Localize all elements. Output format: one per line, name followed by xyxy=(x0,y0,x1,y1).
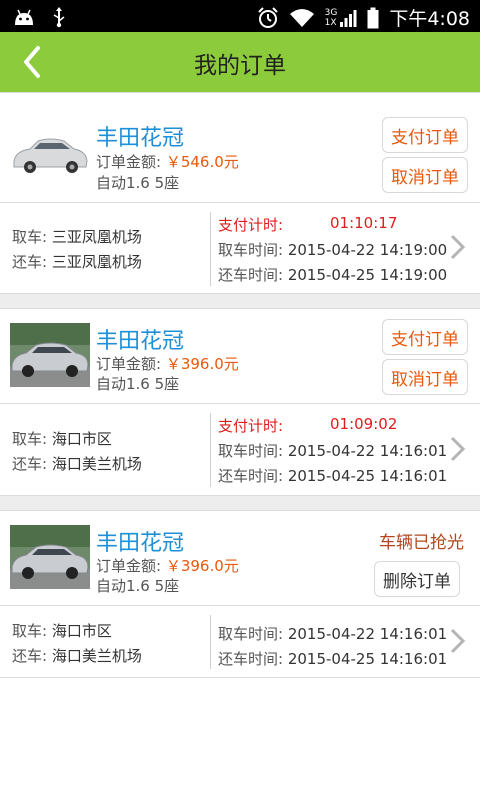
return-time-label: 还车时间: xyxy=(218,467,284,485)
pickup-time-value: 2015-04-22 14:19:00 xyxy=(287,241,448,259)
pickup-time-label: 取车时间: xyxy=(218,442,284,460)
return-location: 还车: 三亚凤凰机场 xyxy=(12,251,142,272)
delete-order-button[interactable]: 删除订单 xyxy=(374,561,460,597)
return-time-value: 2015-04-25 14:19:00 xyxy=(287,266,448,284)
network-type-label: 3G xyxy=(324,7,338,18)
status-bar: 3G 1X 下午4:08 xyxy=(0,0,480,32)
order-card[interactable]: 丰田花冠 订单金额: ￥396.0元 自动1.6 5座 支付订单 取消订单 取车… xyxy=(0,309,480,495)
divider xyxy=(0,677,480,678)
order-status: 车辆已抢光 xyxy=(379,533,464,553)
pickup-place: 海口市区 xyxy=(51,622,112,640)
pay-timer-label: 支付计时: xyxy=(218,417,284,435)
clock-time: 下午4:08 xyxy=(389,8,470,30)
amount-label: 订单金额: xyxy=(96,153,162,171)
pickup-time-value: 2015-04-22 14:16:01 xyxy=(287,442,448,460)
pay-order-button[interactable]: 支付订单 xyxy=(382,319,468,355)
pickup-time-label: 取车时间: xyxy=(218,625,284,643)
return-place: 海口美兰机场 xyxy=(51,455,142,473)
chevron-right-icon[interactable] xyxy=(446,435,468,463)
pickup-time-value: 2015-04-22 14:16:01 xyxy=(287,625,448,643)
pickup-label: 取车: xyxy=(12,622,48,640)
return-time: 还车时间: 2015-04-25 14:19:00 xyxy=(218,264,447,285)
amount-label: 订单金额: xyxy=(96,557,162,575)
divider xyxy=(0,403,480,404)
usb-icon xyxy=(52,6,66,28)
page-title: 我的订单 xyxy=(194,53,286,79)
return-place: 海口美兰机场 xyxy=(51,647,142,665)
return-place: 三亚凤凰机场 xyxy=(51,253,142,271)
return-time-value: 2015-04-25 14:16:01 xyxy=(287,467,448,485)
car-spec: 自动1.6 5座 xyxy=(96,577,180,595)
pickup-location: 取车: 海口市区 xyxy=(12,620,112,641)
order-amount: 订单金额: ￥396.0元 xyxy=(96,353,239,374)
car-thumbnail xyxy=(10,323,90,387)
pickup-location: 取车: 三亚凤凰机场 xyxy=(12,226,142,247)
car-thumbnail xyxy=(10,525,90,589)
divider xyxy=(0,605,480,606)
cancel-order-button[interactable]: 取消订单 xyxy=(382,359,468,395)
section-separator xyxy=(0,496,480,510)
car-spec: 自动1.6 5座 xyxy=(96,375,180,393)
return-time: 还车时间: 2015-04-25 14:16:01 xyxy=(218,465,447,486)
vertical-divider xyxy=(210,212,211,286)
order-card[interactable]: 丰田花冠 订单金额: ￥396.0元 自动1.6 5座 车辆已抢光 删除订单 取… xyxy=(0,511,480,677)
pay-timer: 支付计时: 01:10:17 xyxy=(218,214,397,235)
return-location: 还车: 海口美兰机场 xyxy=(12,645,142,666)
return-label: 还车: xyxy=(12,647,48,665)
pickup-place: 海口市区 xyxy=(51,430,112,448)
wifi-icon xyxy=(289,8,315,28)
amount-value: ￥396.0元 xyxy=(165,355,239,373)
amount-value: ￥396.0元 xyxy=(165,557,239,575)
pay-order-button[interactable]: 支付订单 xyxy=(382,117,468,153)
alarm-icon xyxy=(257,6,279,29)
return-time-label: 还车时间: xyxy=(218,650,284,668)
android-icon xyxy=(12,7,36,27)
chevron-right-icon[interactable] xyxy=(446,233,468,261)
divider xyxy=(0,202,480,203)
vertical-divider xyxy=(210,615,211,669)
pickup-label: 取车: xyxy=(12,430,48,448)
car-name: 丰田花冠 xyxy=(96,329,185,354)
pay-countdown: 01:09:02 xyxy=(330,415,398,433)
signal-icon: 3G 1X xyxy=(325,8,358,28)
app-bar: 我的订单 xyxy=(0,32,480,92)
pickup-location: 取车: 海口市区 xyxy=(12,428,112,449)
return-time-label: 还车时间: xyxy=(218,266,284,284)
return-location: 还车: 海口美兰机场 xyxy=(12,453,142,474)
return-label: 还车: xyxy=(12,253,48,271)
order-card[interactable]: 丰田花冠 订单金额: ￥546.0元 自动1.6 5座 支付订单 取消订单 取车… xyxy=(0,93,480,293)
return-time: 还车时间: 2015-04-25 14:16:01 xyxy=(218,648,447,669)
return-time-value: 2015-04-25 14:16:01 xyxy=(287,650,448,668)
pay-timer-label: 支付计时: xyxy=(218,216,284,234)
order-amount: 订单金额: ￥546.0元 xyxy=(96,151,239,172)
order-amount: 订单金额: ￥396.0元 xyxy=(96,555,239,576)
cancel-order-button[interactable]: 取消订单 xyxy=(382,157,468,193)
pickup-label: 取车: xyxy=(12,228,48,246)
amount-label: 订单金额: xyxy=(96,355,162,373)
network-type-label-2: 1X xyxy=(324,17,337,28)
car-name: 丰田花冠 xyxy=(96,531,185,556)
pickup-time: 取车时间: 2015-04-22 14:19:00 xyxy=(218,239,447,260)
pay-timer: 支付计时: 01:09:02 xyxy=(218,415,397,436)
car-name: 丰田花冠 xyxy=(96,126,185,151)
pickup-time: 取车时间: 2015-04-22 14:16:01 xyxy=(218,440,447,461)
battery-icon xyxy=(367,7,379,29)
pickup-time: 取车时间: 2015-04-22 14:16:01 xyxy=(218,623,447,644)
pickup-place: 三亚凤凰机场 xyxy=(51,228,142,246)
vertical-divider xyxy=(210,413,211,487)
return-label: 还车: xyxy=(12,455,48,473)
pickup-time-label: 取车时间: xyxy=(218,241,284,259)
pay-countdown: 01:10:17 xyxy=(330,214,398,232)
section-separator xyxy=(0,294,480,308)
car-thumbnail xyxy=(10,121,90,185)
chevron-right-icon[interactable] xyxy=(446,627,468,655)
car-spec: 自动1.6 5座 xyxy=(96,174,180,192)
amount-value: ￥546.0元 xyxy=(165,153,239,171)
